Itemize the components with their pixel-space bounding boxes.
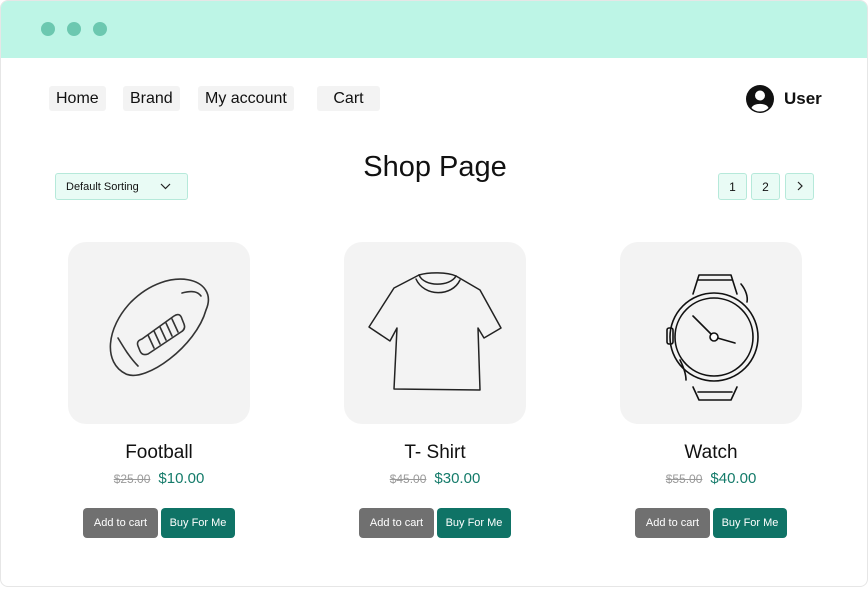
browser-window: Home Brand My account Cart User Default … [0, 0, 868, 587]
window-dot-icon[interactable] [67, 22, 81, 36]
nav-brand[interactable]: Brand [123, 86, 180, 111]
tshirt-icon [368, 272, 502, 391]
user-avatar-icon [746, 85, 774, 113]
current-price: $30.00 [434, 470, 481, 487]
old-price: $55.00 [665, 472, 703, 486]
product-name: Watch [684, 442, 738, 463]
add-to-cart-button[interactable]: Add to cart [635, 508, 710, 538]
product-price: $45.00 $30.00 [335, 470, 535, 487]
add-to-cart-button[interactable]: Add to cart [359, 508, 434, 538]
chevron-right-icon [797, 181, 803, 191]
product-image[interactable] [68, 242, 250, 424]
product-image[interactable] [344, 242, 526, 424]
current-price: $40.00 [710, 470, 757, 487]
nav-cart[interactable]: Cart [317, 86, 380, 111]
buy-for-me-button[interactable]: Buy For Me [437, 508, 511, 538]
window-dot-icon[interactable] [93, 22, 107, 36]
buy-for-me-button[interactable]: Buy For Me [161, 508, 235, 538]
product-price: $25.00 $10.00 [59, 470, 259, 487]
buy-for-me-button[interactable]: Buy For Me [713, 508, 787, 538]
current-price: $10.00 [158, 470, 205, 487]
football-icon [109, 278, 209, 377]
user-label: User [784, 89, 822, 108]
next-page-button[interactable] [785, 173, 814, 200]
add-to-cart-button[interactable]: Add to cart [83, 508, 158, 538]
page-button-2[interactable]: 2 [751, 173, 780, 200]
product-image[interactable] [620, 242, 802, 424]
nav-my-account[interactable]: My account [198, 86, 294, 111]
window-titlebar [1, 1, 867, 58]
old-price: $25.00 [113, 472, 151, 486]
old-price: $45.00 [389, 472, 427, 486]
nav-home[interactable]: Home [49, 86, 106, 111]
user-menu[interactable]: User [746, 85, 822, 113]
chevron-down-icon [160, 183, 171, 190]
window-dot-icon[interactable] [41, 22, 55, 36]
product-name: Football [125, 442, 193, 463]
page-button-1[interactable]: 1 [718, 173, 747, 200]
product-name: T- Shirt [404, 442, 466, 463]
watch-icon [666, 274, 759, 401]
product-price: $55.00 $40.00 [611, 470, 811, 487]
